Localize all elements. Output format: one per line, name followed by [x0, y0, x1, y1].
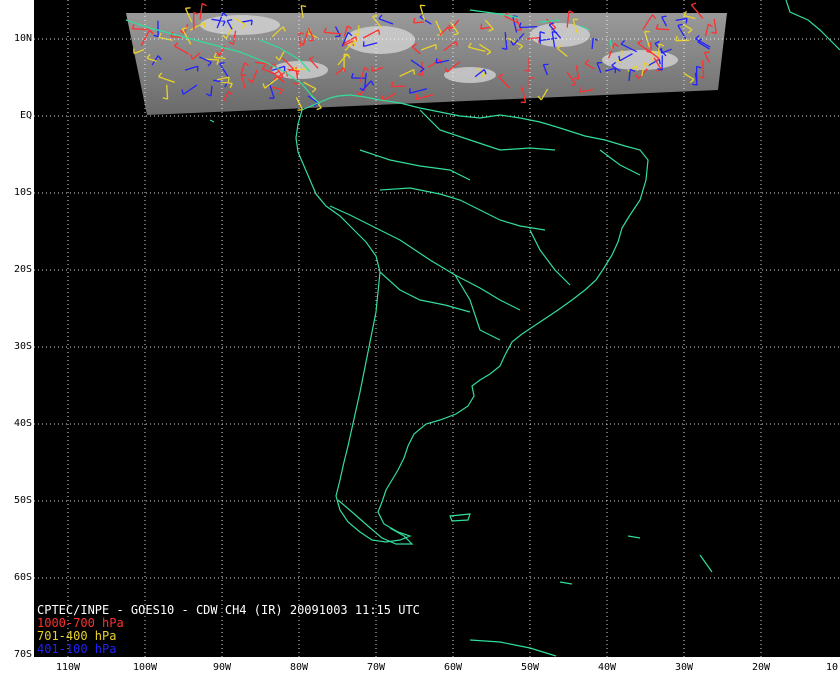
wind-barb: [132, 28, 149, 31]
lon-label-60w: 60W: [443, 662, 463, 673]
wind-barb-flag: [711, 31, 717, 34]
lat-label-30s: 30S: [13, 341, 32, 352]
wind-barb-flag: [685, 18, 688, 24]
wind-barb: [357, 25, 360, 36]
map-panel[interactable]: [34, 0, 840, 657]
wind-barb-flag: [227, 19, 233, 22]
wind-barb-flag: [691, 2, 697, 6]
lat-label-50s: 50S: [13, 495, 32, 506]
wind-barb-flag: [182, 27, 188, 30]
lat-label-10s: 10S: [13, 187, 32, 198]
africa-coast: [785, 0, 840, 51]
wind-barb-flag: [301, 4, 307, 8]
wind-barb-flag: [413, 69, 416, 75]
wind-barb-flag: [378, 29, 381, 35]
wind-barb-flag: [335, 35, 341, 38]
wind-barb-flag: [568, 10, 574, 14]
lat-label-40s: 40S: [13, 418, 32, 429]
wind-barb-flag: [658, 59, 661, 65]
wind-barb-flag: [185, 7, 191, 9]
wind-barb-flag: [435, 58, 438, 64]
lon-label-10w: 10: [825, 662, 839, 673]
map-frame: 10N EQ 10S 20S 30S 40S 50S 60S 70S 110W …: [0, 0, 840, 680]
wind-barb-flag: [201, 2, 207, 7]
wind-barb: [170, 35, 181, 38]
caption-block: CPTEC/INPE - GOES10 - CDW CH4 (IR) 20091…: [37, 604, 420, 656]
wind-barb-flag: [578, 87, 581, 93]
wind-barb-flag: [309, 39, 315, 42]
wind-barb: [210, 85, 213, 97]
lat-label-eq: EQ: [19, 110, 32, 121]
lon-label-100w: 100W: [132, 662, 158, 673]
wind-barb-flag: [704, 51, 710, 54]
lon-label-40w: 40W: [597, 662, 617, 673]
wind-barb-flag: [573, 77, 579, 80]
lon-label-50w: 50W: [520, 662, 540, 673]
lat-label-10n: 10N: [13, 33, 32, 44]
wind-barb-flag: [227, 77, 230, 83]
legend-entry-high: 401-100 hPa: [37, 642, 117, 656]
falkland-islands: [449, 513, 471, 522]
wind-barb-flag: [203, 22, 206, 28]
wind-barb-flag: [250, 20, 253, 26]
wind-barb-flag: [618, 55, 621, 61]
lon-label-110w: 110W: [55, 662, 81, 673]
wind-barb-flag: [316, 107, 322, 111]
wind-barb-flag: [480, 23, 483, 29]
lat-label-20s: 20S: [13, 264, 32, 275]
lon-label-80w: 80W: [289, 662, 309, 673]
wind-barb: [413, 21, 425, 24]
lon-label-70w: 70W: [366, 662, 386, 673]
wind-barb: [294, 68, 307, 71]
wind-barb: [166, 84, 169, 100]
antarctic-peninsula: [469, 639, 557, 657]
lat-label-60s: 60S: [13, 572, 32, 583]
wind-barb: [656, 28, 670, 31]
wind-barb: [519, 25, 538, 29]
lon-label-30w: 30W: [674, 662, 694, 673]
wind-barb-flag: [516, 29, 522, 31]
lon-label-20w: 20W: [751, 662, 771, 673]
wind-barb-flag: [661, 15, 667, 18]
lat-label-70s: 70S: [13, 649, 32, 660]
south-america-coastline: [295, 94, 649, 543]
lon-label-90w: 90W: [212, 662, 232, 673]
tierra-del-fuego: [337, 499, 414, 545]
